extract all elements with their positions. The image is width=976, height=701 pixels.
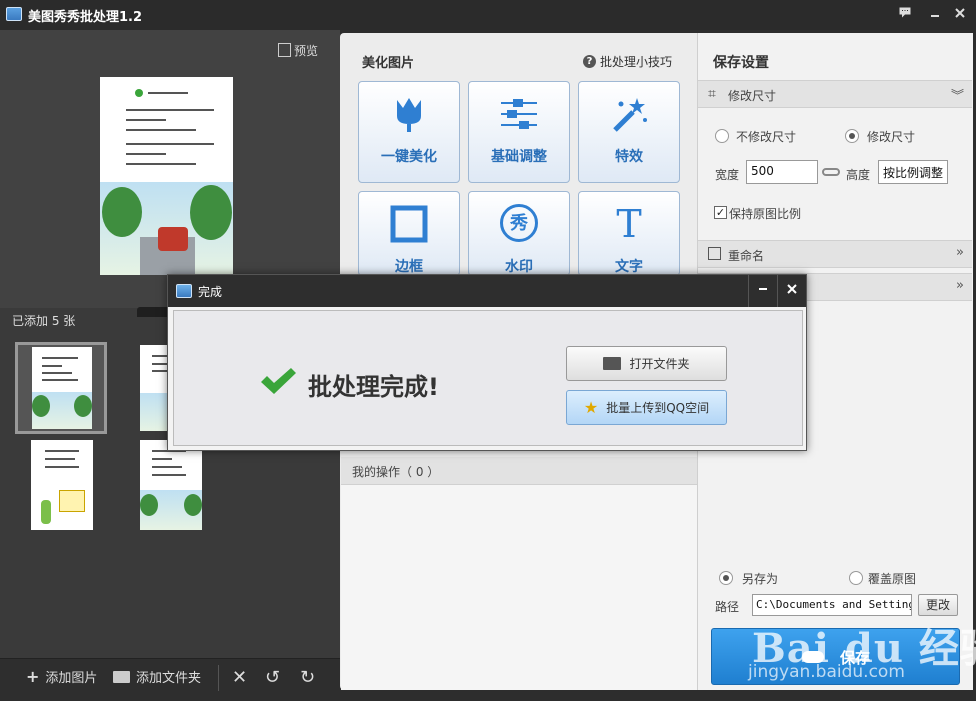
plus-icon: + bbox=[26, 667, 40, 686]
window-title: 美图秀秀批处理1.2 bbox=[28, 10, 143, 25]
chevron-right-icon: » bbox=[956, 278, 964, 293]
thumbnail-item[interactable] bbox=[28, 437, 94, 531]
text-button[interactable]: T 文字 bbox=[578, 191, 680, 276]
special-effects-button[interactable]: 特效 bbox=[578, 81, 680, 183]
watermark-icon: 秀 bbox=[500, 204, 538, 242]
help-icon: ? bbox=[583, 55, 596, 68]
no-resize-label: 不修改尺寸 bbox=[736, 130, 797, 144]
overwrite-label: 覆盖原图 bbox=[868, 572, 917, 586]
thumbnail-image bbox=[31, 440, 93, 530]
resize-radio[interactable] bbox=[845, 129, 859, 143]
resize-label: 修改尺寸 bbox=[867, 130, 916, 144]
batch-tips-link[interactable]: ? 批处理小技巧 bbox=[583, 53, 672, 70]
keep-ratio-checkbox[interactable]: ✓ bbox=[714, 206, 727, 219]
dialog-minimize-button[interactable] bbox=[753, 280, 773, 300]
chevron-right-icon: » bbox=[956, 245, 964, 260]
dialog-divider bbox=[777, 275, 778, 307]
minimize-button[interactable] bbox=[925, 4, 945, 24]
star-icon: ★ bbox=[583, 398, 599, 417]
title-bar bbox=[0, 0, 976, 30]
save-as-label: 另存为 bbox=[742, 572, 779, 586]
dialog-divider bbox=[748, 275, 749, 307]
no-resize-radio[interactable] bbox=[715, 129, 729, 143]
dialog-app-icon bbox=[176, 284, 192, 298]
checkmark-icon bbox=[261, 368, 296, 394]
magic-wand-icon bbox=[613, 98, 647, 132]
rename-icon bbox=[708, 247, 721, 260]
thumbnail-item[interactable] bbox=[15, 342, 107, 434]
thumbnail-image bbox=[32, 347, 92, 429]
beautify-title: 美化图片 bbox=[362, 56, 415, 71]
one-click-beautify-button[interactable]: 一键美化 bbox=[358, 81, 460, 183]
folder-icon bbox=[603, 357, 622, 370]
thumbnail-item[interactable] bbox=[137, 437, 203, 531]
thumbnail-image bbox=[140, 440, 202, 530]
rename-section-header[interactable]: 重命名 » bbox=[698, 240, 972, 268]
width-label: 宽度 bbox=[715, 168, 740, 182]
chevron-down-icon: ︾ bbox=[950, 89, 964, 104]
basic-adjust-button[interactable]: 基础调整 bbox=[468, 81, 570, 183]
height-input[interactable]: 按比例调整 bbox=[878, 160, 948, 184]
dialog-close-button[interactable] bbox=[782, 280, 802, 300]
close-button[interactable] bbox=[950, 4, 970, 24]
add-folder-button[interactable]: 添加文件夹 bbox=[113, 667, 201, 686]
added-count-label: 已添加 5 张 bbox=[12, 314, 76, 328]
feedback-icon[interactable] bbox=[895, 4, 915, 24]
save-as-radio[interactable] bbox=[719, 571, 733, 585]
my-operations-label: 我的操作（ 0 ） bbox=[352, 465, 440, 479]
batch-upload-qq-button[interactable]: ★ 批量上传到QQ空间 bbox=[566, 390, 727, 425]
dialog-title-bar bbox=[168, 275, 806, 307]
crop-icon: ⌗ bbox=[708, 86, 716, 102]
open-folder-button[interactable]: 打开文件夹 bbox=[566, 346, 727, 381]
dialog-message: 批处理完成! bbox=[308, 373, 439, 401]
app-icon bbox=[6, 7, 22, 21]
resize-section-header[interactable]: ⌗ 修改尺寸 ︾ bbox=[698, 80, 972, 108]
preview-image bbox=[100, 77, 233, 275]
frame-button[interactable]: 边框 bbox=[358, 191, 460, 276]
watermark-button[interactable]: 秀 水印 bbox=[468, 191, 570, 276]
my-operations-list bbox=[341, 485, 697, 690]
path-input[interactable]: C:\Documents and Settings\ bbox=[752, 594, 912, 616]
rotate-right-icon[interactable]: ↻ bbox=[300, 667, 315, 688]
rotate-left-icon[interactable]: ↺ bbox=[265, 667, 280, 688]
toolbar-divider bbox=[218, 665, 219, 691]
frame-icon bbox=[390, 205, 428, 243]
save-settings-title: 保存设置 bbox=[713, 55, 769, 71]
path-label: 路径 bbox=[715, 600, 740, 614]
link-ratio-icon[interactable] bbox=[822, 168, 840, 176]
delete-icon[interactable]: ✕ bbox=[232, 667, 247, 688]
baidu-watermark-url: jingyan.baidu.com bbox=[748, 662, 905, 682]
add-image-button[interactable]: + 添加图片 bbox=[26, 667, 97, 686]
tulip-icon bbox=[397, 98, 421, 132]
preview-icon bbox=[278, 43, 291, 57]
sliders-icon bbox=[501, 99, 537, 129]
folder-icon bbox=[113, 670, 130, 683]
text-icon: T bbox=[616, 202, 642, 246]
preview-button[interactable]: 预览 bbox=[278, 41, 318, 59]
change-path-button[interactable]: 更改 bbox=[918, 594, 958, 616]
keep-ratio-label: 保持原图比例 bbox=[729, 207, 802, 221]
dialog-title: 完成 bbox=[198, 285, 223, 299]
width-input[interactable]: 500 bbox=[746, 160, 818, 184]
overwrite-radio[interactable] bbox=[849, 571, 863, 585]
height-label: 高度 bbox=[846, 168, 871, 182]
